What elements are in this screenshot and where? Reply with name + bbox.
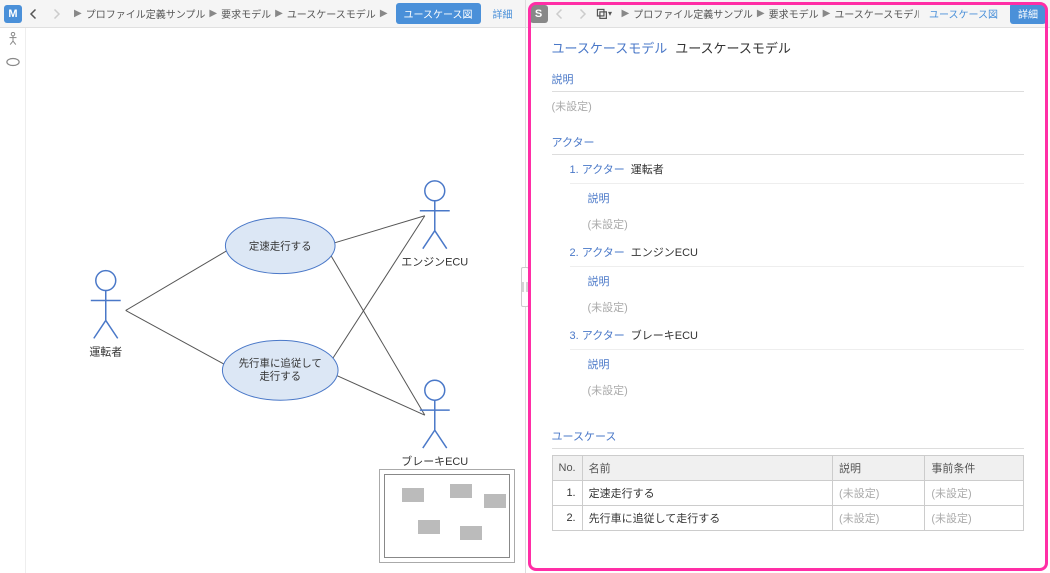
col-desc: 説明 bbox=[833, 456, 925, 481]
detail-panel: ユースケースモデル ユースケースモデル 説明 (未設定) アクター 1. アクタ… bbox=[526, 28, 1050, 573]
actor-row[interactable]: 1. アクター運転者 bbox=[570, 155, 1025, 184]
usecase-label: 定速走行する bbox=[249, 240, 312, 253]
forward-button[interactable] bbox=[572, 4, 592, 24]
breadcrumb-sep: ▶ bbox=[74, 8, 82, 19]
actor-desc-value[interactable]: (未設定) bbox=[588, 293, 1025, 321]
table-row[interactable]: 1.定速走行する(未設定)(未設定) bbox=[552, 481, 1024, 506]
right-toolbar: S ▾ ▶ プロファイル定義サンプル ▶ 要求モデル ▶ ユースケースモデル ▶… bbox=[526, 0, 1050, 28]
minimap[interactable] bbox=[379, 469, 515, 563]
tab-usecase-diagram[interactable]: ユースケース図 bbox=[396, 3, 481, 24]
actor-section-header: アクター bbox=[552, 130, 1025, 155]
usecase-label: 先行車に追従して bbox=[239, 356, 322, 369]
breadcrumb-item[interactable]: ユースケースモデル bbox=[834, 6, 919, 21]
table-row[interactable]: 2.先行車に追従して走行する(未設定)(未設定) bbox=[552, 506, 1024, 531]
tab-detail[interactable]: 詳細 bbox=[485, 3, 521, 24]
breadcrumb-item[interactable]: 要求モデル bbox=[769, 6, 819, 21]
col-name: 名前 bbox=[582, 456, 832, 481]
sub-badge: S bbox=[530, 5, 548, 23]
actor-desc-value[interactable]: (未設定) bbox=[588, 210, 1025, 238]
description-header: 説明 bbox=[552, 67, 1025, 92]
pane-divider-handle[interactable] bbox=[521, 267, 529, 307]
usecase-tool-icon[interactable] bbox=[6, 55, 20, 72]
right-pane: S ▾ ▶ プロファイル定義サンプル ▶ 要求モデル ▶ ユースケースモデル ▶… bbox=[526, 0, 1050, 573]
actor-row[interactable]: 3. アクターブレーキECU bbox=[570, 321, 1025, 350]
actor-label: ブレーキECU bbox=[401, 454, 468, 468]
forward-button[interactable] bbox=[46, 4, 66, 24]
breadcrumb-sep: ▶ bbox=[622, 8, 630, 19]
actor-node[interactable] bbox=[91, 271, 121, 339]
actor-desc-label: 説明 bbox=[588, 352, 1025, 376]
description-value[interactable]: (未設定) bbox=[552, 92, 1025, 120]
breadcrumb-item[interactable]: プロファイル定義サンプル bbox=[633, 6, 753, 21]
actor-desc-value[interactable]: (未設定) bbox=[588, 376, 1025, 404]
breadcrumb[interactable]: ▶ プロファイル定義サンプル ▶ 要求モデル ▶ ユースケースモデル ▶ bbox=[616, 6, 920, 21]
actor-label: 運転者 bbox=[89, 345, 122, 358]
actor-node[interactable] bbox=[420, 181, 450, 249]
col-no: No. bbox=[552, 456, 582, 481]
actor-label: エンジンECU bbox=[401, 257, 468, 269]
usecase-label: 走行する bbox=[259, 369, 301, 382]
breadcrumb-sep: ▶ bbox=[275, 8, 283, 19]
left-toolbar: M ▶ プロファイル定義サンプル ▶ 要求モデル ▶ ユースケースモデル ▶ ユ… bbox=[0, 0, 525, 28]
back-button[interactable] bbox=[550, 4, 570, 24]
actor-desc-label: 説明 bbox=[588, 269, 1025, 293]
tool-palette bbox=[0, 28, 26, 573]
col-pre: 事前条件 bbox=[925, 456, 1024, 481]
back-button[interactable] bbox=[24, 4, 44, 24]
usecase-table: No. 名前 説明 事前条件 1.定速走行する(未設定)(未設定)2.先行車に追… bbox=[552, 455, 1025, 531]
diagram-canvas[interactable]: 運転者 エンジンECU bbox=[26, 28, 525, 573]
breadcrumb-sep: ▶ bbox=[209, 8, 217, 19]
model-type-label[interactable]: ユースケースモデル bbox=[552, 38, 668, 57]
model-badge: M bbox=[4, 5, 22, 23]
actor-tool-icon[interactable] bbox=[6, 32, 20, 49]
breadcrumb-item[interactable]: ユースケースモデル bbox=[287, 6, 376, 21]
breadcrumb-sep: ▶ bbox=[380, 8, 388, 19]
left-pane: M ▶ プロファイル定義サンプル ▶ 要求モデル ▶ ユースケースモデル ▶ ユ… bbox=[0, 0, 526, 573]
model-name: ユースケースモデル bbox=[675, 38, 791, 57]
actor-desc-label: 説明 bbox=[588, 186, 1025, 210]
breadcrumb-item[interactable]: 要求モデル bbox=[221, 6, 271, 21]
copy-icon[interactable]: ▾ bbox=[594, 4, 614, 24]
breadcrumb-sep: ▶ bbox=[757, 8, 765, 19]
breadcrumb-item[interactable]: プロファイル定義サンプル bbox=[86, 6, 206, 21]
breadcrumb[interactable]: ▶ プロファイル定義サンプル ▶ 要求モデル ▶ ユースケースモデル ▶ bbox=[68, 6, 394, 21]
actor-row[interactable]: 2. アクターエンジンECU bbox=[570, 238, 1025, 267]
tab-usecase-diagram[interactable]: ユースケース図 bbox=[921, 3, 1006, 24]
usecase-section-header: ユースケース bbox=[552, 424, 1025, 449]
tab-detail[interactable]: 詳細 bbox=[1010, 3, 1046, 24]
breadcrumb-sep: ▶ bbox=[823, 8, 831, 19]
